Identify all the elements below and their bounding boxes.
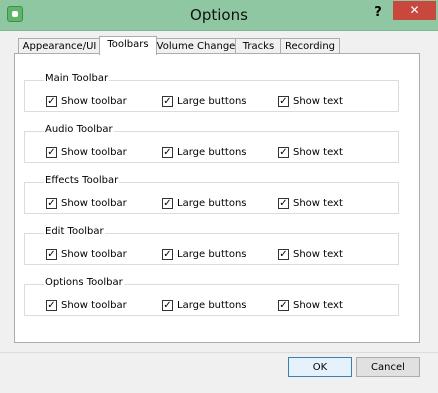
checkbox-label: Show text: [293, 96, 343, 107]
checkbox-label: Show toolbar: [61, 147, 127, 158]
checkbox-label: Show text: [293, 147, 343, 158]
footer-divider: [0, 352, 438, 353]
checkbox-icon[interactable]: ✓: [46, 96, 57, 107]
tab-appearance-ui[interactable]: Appearance/UI: [18, 38, 101, 54]
checkbox-label: Show toolbar: [61, 249, 127, 260]
checkbox-icon[interactable]: ✓: [46, 300, 57, 311]
cancel-button[interactable]: Cancel: [356, 357, 420, 377]
group-title: Edit Toolbar: [44, 226, 105, 237]
group-title: Main Toolbar: [44, 73, 110, 84]
tab-toolbars[interactable]: Toolbars: [99, 36, 157, 55]
group-title: Audio Toolbar: [44, 124, 114, 135]
checkbox-label: Large buttons: [177, 300, 247, 311]
title-bar: Options ? ✕: [0, 0, 438, 31]
checkbox-label: Large buttons: [177, 96, 247, 107]
checkbox-label: Show toolbar: [61, 198, 127, 209]
checkbox-label: Show toolbar: [61, 96, 127, 107]
checkbox-icon[interactable]: ✓: [278, 300, 289, 311]
checkbox-icon[interactable]: ✓: [162, 198, 173, 209]
checkbox-label: Show text: [293, 249, 343, 260]
checkbox-label: Large buttons: [177, 147, 247, 158]
tab-volume-change[interactable]: Volume Change: [155, 38, 237, 54]
checkbox-icon[interactable]: ✓: [278, 147, 289, 158]
checkbox-icon[interactable]: ✓: [162, 147, 173, 158]
checkbox-icon[interactable]: ✓: [162, 300, 173, 311]
tab-tracks[interactable]: Tracks: [235, 38, 282, 54]
checkbox-icon[interactable]: ✓: [162, 249, 173, 260]
checkbox-icon[interactable]: ✓: [278, 249, 289, 260]
checkbox-icon[interactable]: ✓: [46, 147, 57, 158]
help-button[interactable]: ?: [366, 3, 390, 23]
checkbox-icon[interactable]: ✓: [278, 96, 289, 107]
checkbox-label: Show toolbar: [61, 300, 127, 311]
group-title: Effects Toolbar: [44, 175, 120, 186]
checkbox-label: Large buttons: [177, 249, 247, 260]
checkbox-icon[interactable]: ✓: [162, 96, 173, 107]
ok-button[interactable]: OK: [288, 357, 352, 377]
checkbox-label: Show text: [293, 198, 343, 209]
checkbox-icon[interactable]: ✓: [278, 198, 289, 209]
checkbox-label: Show text: [293, 300, 343, 311]
checkbox-label: Large buttons: [177, 198, 247, 209]
close-button[interactable]: ✕: [393, 1, 436, 20]
checkbox-icon[interactable]: ✓: [46, 249, 57, 260]
group-title: Options Toolbar: [44, 277, 124, 288]
checkbox-icon[interactable]: ✓: [46, 198, 57, 209]
tab-recording[interactable]: Recording: [280, 38, 340, 54]
